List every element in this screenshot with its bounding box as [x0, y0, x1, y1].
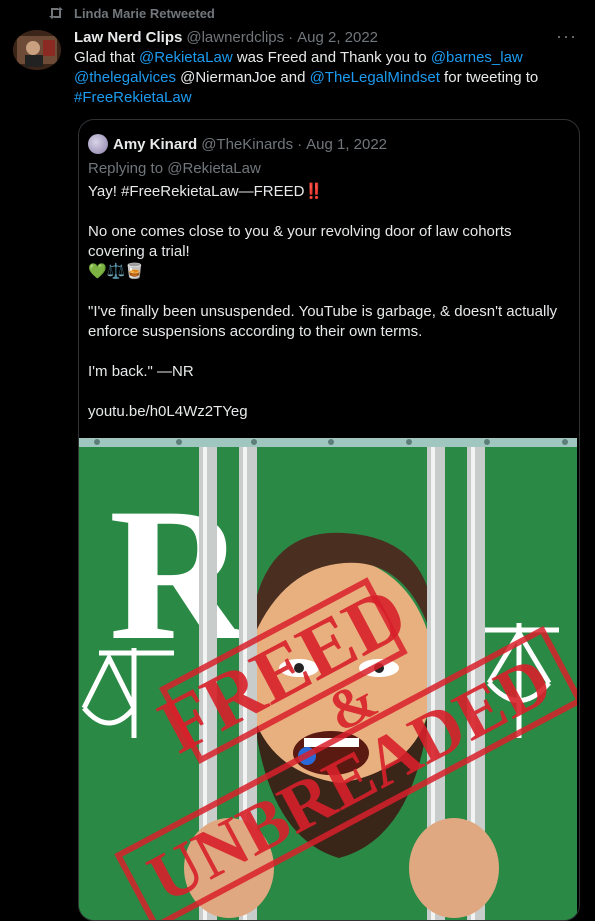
quoted-date[interactable]: Aug 1, 2022 — [306, 136, 387, 153]
tweet-text-segment: @NiermanJoe and — [175, 69, 310, 86]
emoji-line: 💚⚖️🥃 — [88, 263, 145, 280]
author-handle[interactable]: @lawnerdclips — [186, 29, 284, 46]
quoted-author-handle[interactable]: @TheKinards — [201, 136, 293, 153]
quoted-text: Yay! #FreeRekietaLaw—FREED‼️ No one come… — [88, 182, 568, 422]
quoted-line: I'm back." —NR — [88, 363, 194, 380]
tweet-header: Law Nerd Clips @lawnerdclips · Aug 2, 20… — [74, 27, 575, 47]
quoted-tweet[interactable]: Amy Kinard @TheKinards · Aug 1, 2022 Rep… — [78, 119, 580, 921]
avatar[interactable] — [13, 30, 61, 70]
retweet-indicator[interactable]: Linda Marie Retweeted — [48, 4, 215, 22]
mention-link[interactable]: @barnes_law — [431, 49, 523, 66]
retweeted-by-text: Linda Marie Retweeted — [74, 5, 215, 21]
author-name[interactable]: Law Nerd Clips — [74, 29, 182, 46]
mention-link[interactable]: @TheLegalMindset — [310, 69, 440, 86]
separator-dot: · — [288, 28, 294, 46]
tweet-text-segment: Glad that — [74, 49, 140, 66]
quoted-avatar[interactable] — [88, 134, 108, 154]
hashtag-link[interactable]: #FreeRekietaLaw — [74, 89, 192, 106]
quoted-media-image[interactable]: R FREED & UNBREADED — [79, 438, 577, 920]
quoted-line: No one comes close to you & your revolvi… — [88, 223, 512, 260]
quoted-author-name[interactable]: Amy Kinard — [113, 136, 197, 153]
separator-dot: · — [297, 135, 303, 153]
double-exclamation-icon: ‼️ — [304, 183, 324, 200]
tweet-date[interactable]: Aug 2, 2022 — [297, 29, 378, 46]
quoted-link[interactable]: youtu.be/h0L4Wz2TYeg — [88, 402, 568, 422]
quoted-line: "I've finally been unsuspended. YouTube … — [88, 303, 558, 340]
retweet-icon — [49, 7, 63, 19]
tweet-text-segment: for tweeting to — [439, 69, 539, 86]
tweet-text: Glad that @RekietaLaw was Freed and Than… — [74, 48, 574, 108]
mention-link[interactable]: @RekietaLaw — [139, 49, 233, 66]
quoted-tweet-header: Amy Kinard @TheKinards · Aug 1, 2022 — [88, 134, 387, 154]
more-options-icon[interactable]: ··· — [556, 26, 577, 47]
mention-link[interactable]: @thelegalvices — [74, 69, 176, 86]
replying-to: Replying to @RekietaLaw — [88, 160, 261, 177]
quoted-line: Yay! #FreeRekietaLaw—FREED — [88, 183, 305, 200]
tweet-text-segment: was Freed and Thank you to — [232, 49, 431, 66]
